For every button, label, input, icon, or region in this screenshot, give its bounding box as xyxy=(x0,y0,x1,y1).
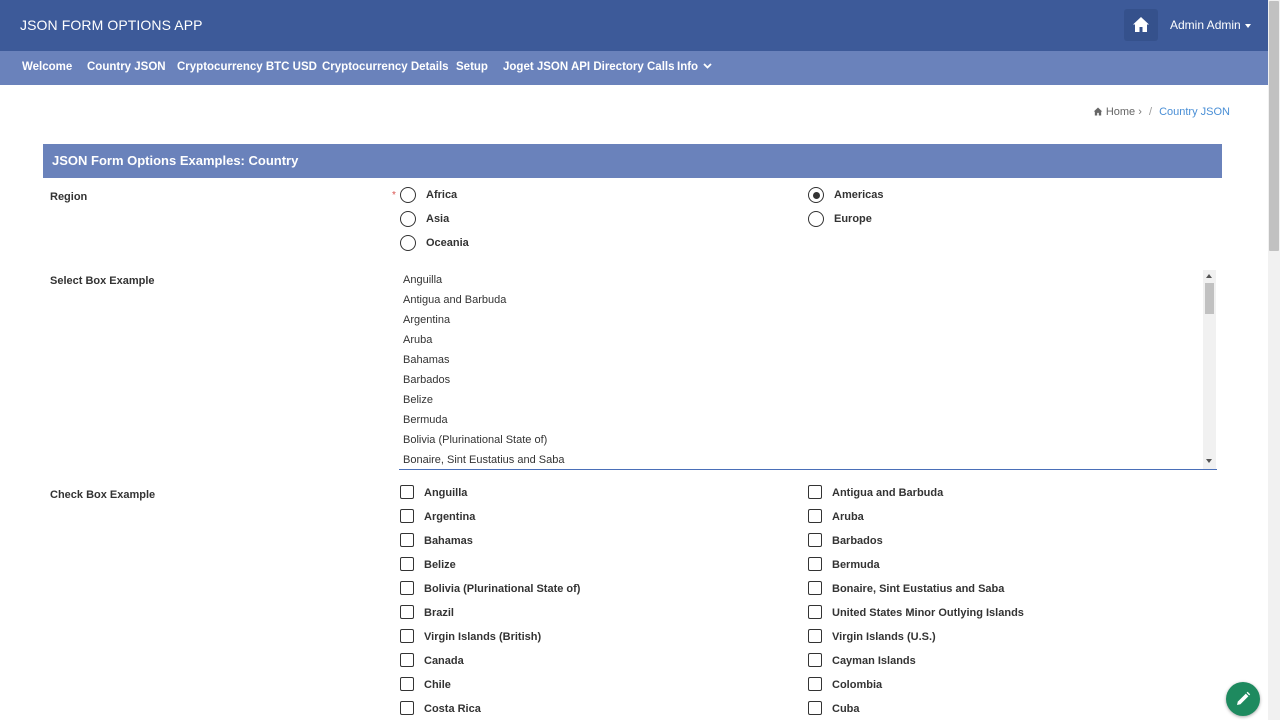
select-option[interactable]: Bahamas xyxy=(403,354,449,366)
checkbox-label[interactable]: Costa Rica xyxy=(424,703,481,715)
radio-africa[interactable] xyxy=(400,187,416,203)
nav-info[interactable]: Info xyxy=(677,61,712,73)
checkbox-label[interactable]: Anguilla xyxy=(424,487,467,499)
checkbox-costa-rica[interactable] xyxy=(400,701,414,715)
radio-label-europe[interactable]: Europe xyxy=(834,213,872,225)
radio-europe[interactable] xyxy=(808,211,824,227)
radio-label-americas[interactable]: Americas xyxy=(834,189,884,201)
caret-down-icon xyxy=(1244,23,1251,28)
nav-info-label: Info xyxy=(677,61,699,73)
select-option[interactable]: Aruba xyxy=(403,334,432,346)
checkbox-bermuda[interactable] xyxy=(808,557,822,571)
checkbox-label[interactable]: Colombia xyxy=(832,679,882,691)
nav-welcome[interactable]: Welcome xyxy=(22,61,72,73)
checkbox-label[interactable]: Bahamas xyxy=(424,535,473,547)
checkbox-label[interactable]: Cayman Islands xyxy=(832,655,916,667)
checkbox-chile[interactable] xyxy=(400,677,414,691)
scroll-down-arrow-icon[interactable] xyxy=(1206,459,1212,463)
checkbox-label[interactable]: Barbados xyxy=(832,535,883,547)
scroll-up-arrow-icon[interactable] xyxy=(1206,274,1212,278)
select-option[interactable]: Bolivia (Plurinational State of) xyxy=(403,434,547,446)
page-scrollbar-thumb[interactable] xyxy=(1269,1,1279,251)
checkbox-label[interactable]: Bolivia (Plurinational State of) xyxy=(424,583,580,595)
user-menu[interactable]: Admin Admin xyxy=(1170,18,1251,32)
app-title[interactable]: JSON FORM OPTIONS APP xyxy=(20,17,203,33)
checkbox-label[interactable]: Virgin Islands (U.S.) xyxy=(832,631,936,643)
select-option[interactable]: Bonaire, Sint Eustatius and Saba xyxy=(403,454,564,466)
checkbox-label[interactable]: Argentina xyxy=(424,511,475,523)
checkbox-cuba[interactable] xyxy=(808,701,822,715)
breadcrumb: Home › / Country JSON xyxy=(1093,106,1230,118)
region-label: Region xyxy=(50,191,88,203)
checkbox-bolivia[interactable] xyxy=(400,581,414,595)
checkbox-bonaire[interactable] xyxy=(808,581,822,595)
checkbox-label[interactable]: Belize xyxy=(424,559,456,571)
chevron-down-icon xyxy=(703,63,712,69)
nav-setup[interactable]: Setup xyxy=(456,61,488,73)
breadcrumb-separator: / xyxy=(1148,106,1153,118)
home-icon xyxy=(1093,107,1102,116)
radio-label-oceania[interactable]: Oceania xyxy=(426,237,469,249)
select-option[interactable]: Bermuda xyxy=(403,414,448,426)
checkbox-colombia[interactable] xyxy=(808,677,822,691)
select-option[interactable]: Belize xyxy=(403,394,433,406)
checkbox-us-minor-outlying-islands[interactable] xyxy=(808,605,822,619)
select-option[interactable]: Antigua and Barbuda xyxy=(403,294,506,306)
radio-label-africa[interactable]: Africa xyxy=(426,189,457,201)
checkbox-label[interactable]: Virgin Islands (British) xyxy=(424,631,541,643)
radio-asia[interactable] xyxy=(400,211,416,227)
checkbox-label[interactable]: Brazil xyxy=(424,607,454,619)
nav-joget-api[interactable]: Joget JSON API Directory Calls xyxy=(503,61,675,73)
checkbox-aruba[interactable] xyxy=(808,509,822,523)
country-select-box[interactable]: Anguilla Antigua and Barbuda Argentina A… xyxy=(399,270,1217,470)
main-nav: Welcome Country JSON Cryptocurrency BTC … xyxy=(0,51,1268,85)
top-bar: JSON FORM OPTIONS APP Admin Admin xyxy=(0,0,1268,51)
checkbox-label[interactable]: Cuba xyxy=(832,703,860,715)
home-icon xyxy=(1133,17,1149,32)
check-box-label: Check Box Example xyxy=(50,489,156,501)
checkbox-virgin-islands-us[interactable] xyxy=(808,629,822,643)
select-option[interactable]: Argentina xyxy=(403,314,450,326)
checkbox-canada[interactable] xyxy=(400,653,414,667)
edit-fab-button[interactable] xyxy=(1226,682,1260,716)
nav-country-json[interactable]: Country JSON xyxy=(87,61,166,73)
checkbox-label[interactable]: Bonaire, Sint Eustatius and Saba xyxy=(832,583,1004,595)
checkbox-antigua-and-barbuda[interactable] xyxy=(808,485,822,499)
radio-label-asia[interactable]: Asia xyxy=(426,213,449,225)
nav-crypto-details[interactable]: Cryptocurrency Details xyxy=(322,61,449,73)
checkbox-barbados[interactable] xyxy=(808,533,822,547)
checkbox-anguilla[interactable] xyxy=(400,485,414,499)
user-name: Admin Admin xyxy=(1170,18,1241,32)
nav-crypto-btc-usd[interactable]: Cryptocurrency BTC USD xyxy=(177,61,317,73)
select-scrollbar-thumb[interactable] xyxy=(1205,283,1214,314)
select-option[interactable]: Anguilla xyxy=(403,274,442,286)
breadcrumb-home[interactable]: Home xyxy=(1106,106,1135,118)
checkbox-argentina[interactable] xyxy=(400,509,414,523)
radio-americas[interactable] xyxy=(808,187,824,203)
checkbox-bahamas[interactable] xyxy=(400,533,414,547)
checkbox-label[interactable]: Aruba xyxy=(832,511,864,523)
form-section-title: JSON Form Options Examples: Country xyxy=(43,144,1222,178)
checkbox-brazil[interactable] xyxy=(400,605,414,619)
radio-oceania[interactable] xyxy=(400,235,416,251)
home-button[interactable] xyxy=(1124,9,1158,41)
checkbox-label[interactable]: Chile xyxy=(424,679,451,691)
checkbox-virgin-islands-british[interactable] xyxy=(400,629,414,643)
required-marker: * xyxy=(392,190,396,201)
checkbox-label[interactable]: Antigua and Barbuda xyxy=(832,487,943,499)
checkbox-label[interactable]: United States Minor Outlying Islands xyxy=(832,607,1024,619)
checkbox-belize[interactable] xyxy=(400,557,414,571)
select-box-label: Select Box Example xyxy=(50,275,155,287)
pencil-icon xyxy=(1237,691,1251,705)
checkbox-label[interactable]: Canada xyxy=(424,655,464,667)
select-option[interactable]: Barbados xyxy=(403,374,450,386)
breadcrumb-chevron: › xyxy=(1138,106,1142,118)
checkbox-label[interactable]: Bermuda xyxy=(832,559,880,571)
breadcrumb-current[interactable]: Country JSON xyxy=(1159,106,1230,118)
checkbox-cayman-islands[interactable] xyxy=(808,653,822,667)
